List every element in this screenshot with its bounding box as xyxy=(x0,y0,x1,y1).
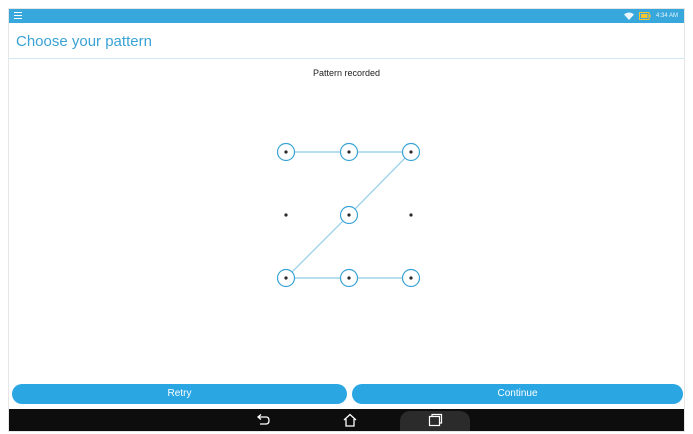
recents-icon[interactable] xyxy=(427,413,443,427)
navigation-bar xyxy=(9,409,684,431)
pattern-dot-3[interactable] xyxy=(401,142,421,162)
pattern-dot-1[interactable] xyxy=(276,142,296,162)
home-icon[interactable] xyxy=(342,413,358,427)
pattern-dot-9[interactable] xyxy=(401,268,421,288)
continue-button[interactable]: Continue xyxy=(352,384,683,404)
lock-pattern-screen: 4:34 AM Choose your pattern Pattern reco… xyxy=(9,9,684,431)
pattern-grid[interactable] xyxy=(9,9,684,431)
pattern-dot-8[interactable] xyxy=(339,268,359,288)
retry-button[interactable]: Retry xyxy=(12,384,347,404)
pattern-dot-4[interactable] xyxy=(284,213,288,217)
pattern-dot-7[interactable] xyxy=(276,268,296,288)
pattern-dot-2[interactable] xyxy=(339,142,359,162)
back-icon[interactable] xyxy=(255,413,271,427)
pattern-dot-6[interactable] xyxy=(409,213,413,217)
pattern-dot-5[interactable] xyxy=(339,205,359,225)
